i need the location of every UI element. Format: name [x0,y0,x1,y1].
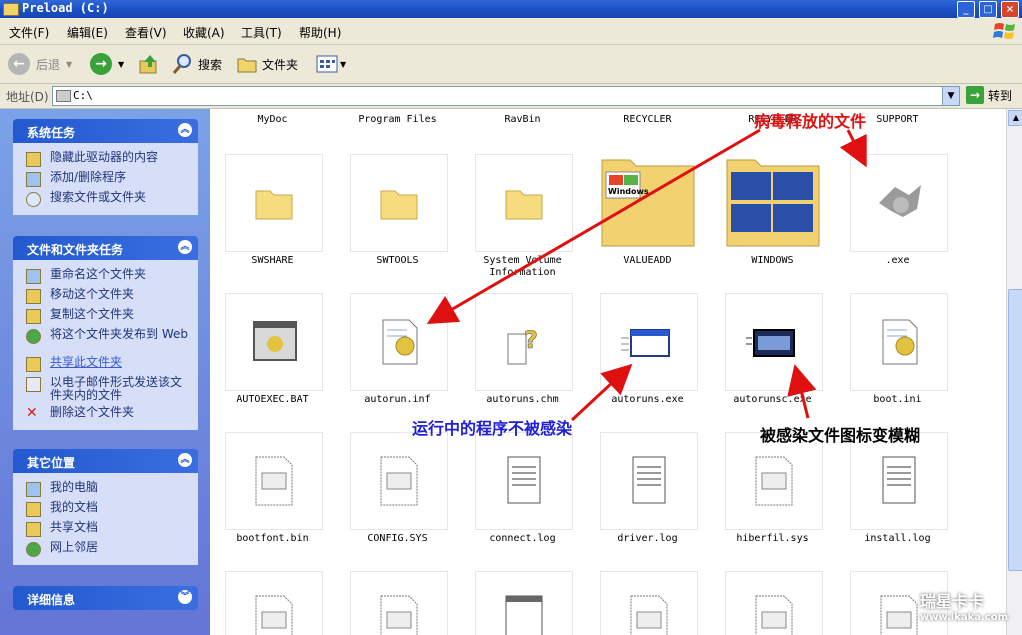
arrow-to-autoruns-exe [570,363,633,422]
arrow-to-exe [839,129,867,168]
watermark-brand: 瑞星卡卡 [919,592,984,611]
watermark: 瑞星卡卡 www.ikaka.com [920,588,1008,623]
annotation-running-not-infected: 运行中的程序不被感染 [412,419,573,438]
arrow-to-autorun-inf [426,128,761,325]
annotation-virus-files: 病毒释放的文件 [754,112,867,131]
annotation-arrows [426,128,867,422]
watermark-url: www.ikaka.com [919,612,1008,623]
annotation-icon-blurred: 被感染文件图标变模糊 [760,426,921,445]
arrow-to-autorunsc-exe [787,364,817,419]
